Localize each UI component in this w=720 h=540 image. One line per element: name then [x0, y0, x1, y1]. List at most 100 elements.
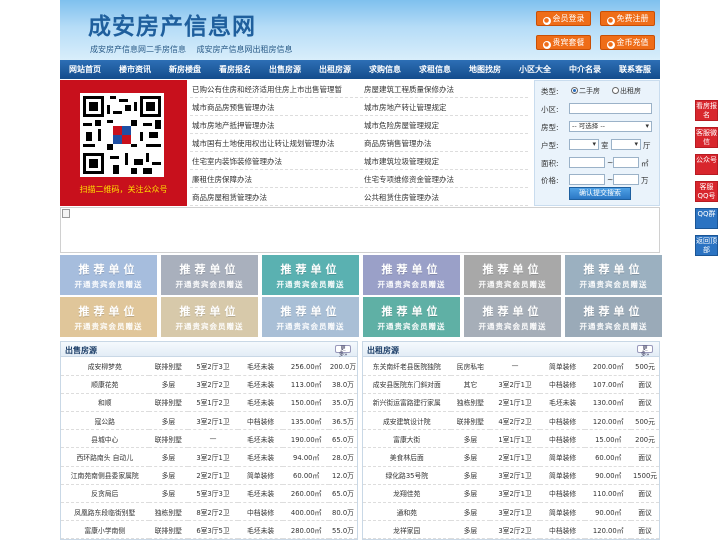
room-select[interactable] [569, 139, 599, 150]
size-max-input[interactable] [613, 157, 639, 168]
recommended-unit-ad[interactable]: 推荐单位 开通贵宾会员赠送 [363, 255, 460, 295]
table-cell[interactable]: 美食林后面 [363, 447, 451, 467]
hall-select[interactable] [611, 139, 641, 150]
nav-agents[interactable]: 中介名录 [560, 60, 610, 79]
register-button[interactable]: ● 免费注册 [600, 11, 655, 26]
table-cell[interactable]: 东关南纤老县医院独院 [363, 357, 451, 376]
table-row[interactable]: 寇公路 多层 3室2厅1卫 中档装修 135.00㎡ 36.5万 [61, 411, 357, 431]
float-button[interactable]: 客服微信 [695, 127, 718, 148]
policy-link[interactable]: 城市房地产抵押管理办法 [192, 120, 275, 131]
table-cell[interactable]: 绿化路35号院 [363, 466, 451, 485]
recommended-unit-ad[interactable]: 推荐单位 开通贵宾会员赠送 [363, 297, 460, 337]
recommended-unit-ad[interactable]: 推荐单位 开通贵宾会员赠送 [565, 297, 662, 337]
price-max-input[interactable] [613, 174, 639, 185]
table-row[interactable]: 富康大街 多层 1室1厅1卫 中档装修 15.00㎡ 200元 [363, 429, 659, 449]
recommended-unit-ad[interactable]: 推荐单位 开通贵宾会员赠送 [464, 297, 561, 337]
policy-link[interactable]: 城市建筑垃圾管理规定 [364, 156, 439, 167]
policy-link[interactable]: 住宅室内装饰装修管理办法 [192, 156, 282, 167]
coin-recharge-button[interactable]: ● 金币充值 [600, 35, 655, 50]
policy-link[interactable]: 公共租赁住房管理办法 [364, 192, 439, 203]
float-button[interactable]: 返回顶部 [695, 235, 718, 256]
table-cell[interactable]: 龙翔佳苑 [363, 484, 451, 504]
nav-map[interactable]: 地图找房 [460, 60, 510, 79]
nav-want-buy[interactable]: 求购信息 [360, 60, 410, 79]
recommended-unit-ad[interactable]: 推荐单位 开通贵宾会员赠送 [262, 297, 359, 337]
table-row[interactable]: 江南苑南侧县委家属院 多层 2室2厅1卫 简单装修 60.00㎡ 12.0万 [61, 466, 357, 485]
community-input[interactable] [569, 103, 652, 114]
recommended-unit-ad[interactable]: 推荐单位 开通贵宾会员赠送 [161, 255, 258, 295]
table-row[interactable]: 美食林后面 多层 2室1厅1卫 简单装修 60.00㎡ 面议 [363, 447, 659, 467]
policy-link[interactable]: 城市危险房屋管理规定 [364, 120, 439, 131]
table-row[interactable]: 成安建筑设计院 联排别墅 4室2厅2卫 中档装修 120.00㎡ 500元 [363, 411, 659, 431]
nav-for-sale[interactable]: 出售房源 [260, 60, 310, 79]
table-row[interactable]: 龙翔佳苑 多层 3室2厅1卫 中档装修 110.00㎡ 面议 [363, 484, 659, 504]
policy-link[interactable]: 城市国有土地使用权出让转让规划管理办法 [192, 138, 335, 149]
size-min-input[interactable] [569, 157, 605, 168]
table-row[interactable]: 富康小学南侧 联排别墅 6室3厅5卫 毛坯未装 280.00㎡ 55.0万 [61, 520, 357, 539]
table-cell[interactable]: 成安柳梦苑 [61, 357, 149, 376]
table-cell[interactable]: 龙祥家园 [363, 520, 451, 539]
nav-for-rent[interactable]: 出租房源 [310, 60, 360, 79]
table-cell[interactable]: 县城中心 [61, 429, 149, 449]
recommended-unit-ad[interactable]: 推荐单位 开通贵宾会员赠送 [262, 255, 359, 295]
table-row[interactable]: 和顺 联排别墅 5室1厅2卫 毛坯未装 150.00㎡ 35.0万 [61, 393, 357, 413]
radio-second-hand[interactable]: 二手房 [571, 86, 600, 96]
recommended-unit-ad[interactable]: 推荐单位 开通贵宾会员赠送 [60, 297, 157, 337]
policy-link[interactable]: 商品房屋租赁管理办法 [192, 192, 267, 203]
nav-news[interactable]: 楼市资讯 [110, 60, 160, 79]
table-row[interactable]: 县城中心 联排别墅 — 毛坯未装 190.00㎡ 65.0万 [61, 429, 357, 449]
house-type-select[interactable]: -- 可选择 -- [569, 121, 652, 132]
table-row[interactable]: 通和苑 多层 3室2厅1卫 简单装修 90.00㎡ 面议 [363, 502, 659, 522]
search-submit-button[interactable]: 确认提交搜索 [569, 187, 631, 200]
recommended-unit-ad[interactable]: 推荐单位 开通贵宾会员赠送 [464, 255, 561, 295]
table-cell[interactable]: 富康小学南侧 [61, 520, 149, 539]
table-cell[interactable]: 反贪局后 [61, 484, 149, 504]
table-cell[interactable]: 成安县医院东门斜对面 [363, 375, 451, 394]
vip-package-button[interactable]: ● 贵宾套餐 [536, 35, 591, 50]
nav-viewing-signup[interactable]: 看房报名 [210, 60, 260, 79]
float-button[interactable]: 看房报名 [695, 100, 718, 121]
table-row[interactable]: 反贪局后 多层 5室3厅3卫 毛坯未装 260.00㎡ 65.0万 [61, 484, 357, 504]
table-cell[interactable]: 通和苑 [363, 502, 451, 522]
table-cell[interactable]: 寇公路 [61, 411, 149, 431]
table-cell[interactable]: 新兴街运富路建行家属 [363, 393, 451, 413]
table-row[interactable]: 龙祥家园 多层 3室2厅2卫 中档装修 120.00㎡ 面议 [363, 520, 659, 539]
nav-new-homes[interactable]: 新房楼盘 [160, 60, 210, 79]
rent-more-button[interactable]: 更多» [637, 345, 653, 358]
table-row[interactable]: 西环路南头 自动儿 多层 3室2厅1卫 毛坯未装 94.00㎡ 28.0万 [61, 447, 357, 467]
float-button[interactable]: QQ群 [695, 208, 718, 229]
nav-home[interactable]: 网站首页 [60, 60, 110, 79]
table-row[interactable]: 成安柳梦苑 联排别墅 5室2厅3卫 毛坯未装 256.00㎡ 200.0万 [61, 357, 357, 376]
login-button[interactable]: ● 会员登录 [536, 11, 591, 26]
recommended-unit-ad[interactable]: 推荐单位 开通贵宾会员赠送 [60, 255, 157, 295]
table-row[interactable]: 东关南纤老县医院独院 民房私宅 — 简单装修 200.00㎡ 500元 [363, 357, 659, 376]
site-logo[interactable]: 成安房产信息网 [88, 7, 256, 41]
policy-link[interactable]: 商品房销售管理办法 [364, 138, 432, 149]
sale-more-button[interactable]: 更多» [335, 345, 351, 358]
table-row[interactable]: 绿化路35号院 多层 3室2厅1卫 简单装修 90.00㎡ 1500元 [363, 466, 659, 485]
policy-link[interactable]: 城市商品房预售管理办法 [192, 102, 275, 113]
recommended-unit-ad[interactable]: 推荐单位 开通贵宾会员赠送 [161, 297, 258, 337]
table-row[interactable]: 顺康花苑 多层 3室2厅2卫 毛坯未装 113.00㎡ 38.0万 [61, 375, 357, 394]
nav-communities[interactable]: 小区大全 [510, 60, 560, 79]
table-cell[interactable]: 富康大街 [363, 429, 451, 449]
table-cell[interactable]: 江南苑南侧县委家属院 [61, 466, 149, 485]
table-row[interactable]: 新兴街运富路建行家属 独栋别墅 2室1厅1卫 毛坯未装 130.00㎡ 面议 [363, 393, 659, 413]
policy-link[interactable]: 城市房地产转让管理规定 [364, 102, 447, 113]
float-button[interactable]: 客服QQ号 [695, 181, 718, 202]
float-button[interactable]: 公众号 [695, 154, 718, 175]
banner-image[interactable] [60, 207, 660, 253]
table-cell[interactable]: 和顺 [61, 393, 149, 413]
policy-link[interactable]: 房屋建筑工程质量保修办法 [364, 84, 454, 95]
table-row[interactable]: 成安县医院东门斜对面 其它 3室2厅1卫 中档装修 107.00㎡ 面议 [363, 375, 659, 394]
policy-link[interactable]: 已购公有住房和经济适用住房上市出售管理暂 [192, 84, 342, 95]
policy-link[interactable]: 廉租住房保障办法 [192, 174, 252, 185]
table-cell[interactable]: 凤凰路东段临街别墅 [61, 502, 149, 522]
table-cell[interactable]: 成安建筑设计院 [363, 411, 451, 431]
radio-rent[interactable]: 出租房 [612, 86, 641, 96]
recommended-unit-ad[interactable]: 推荐单位 开通贵宾会员赠送 [565, 255, 662, 295]
policy-link[interactable]: 住宅专项维修资金管理办法 [364, 174, 454, 185]
nav-support[interactable]: 联系客服 [610, 60, 660, 79]
price-min-input[interactable] [569, 174, 605, 185]
table-cell[interactable]: 顺康花苑 [61, 375, 149, 394]
